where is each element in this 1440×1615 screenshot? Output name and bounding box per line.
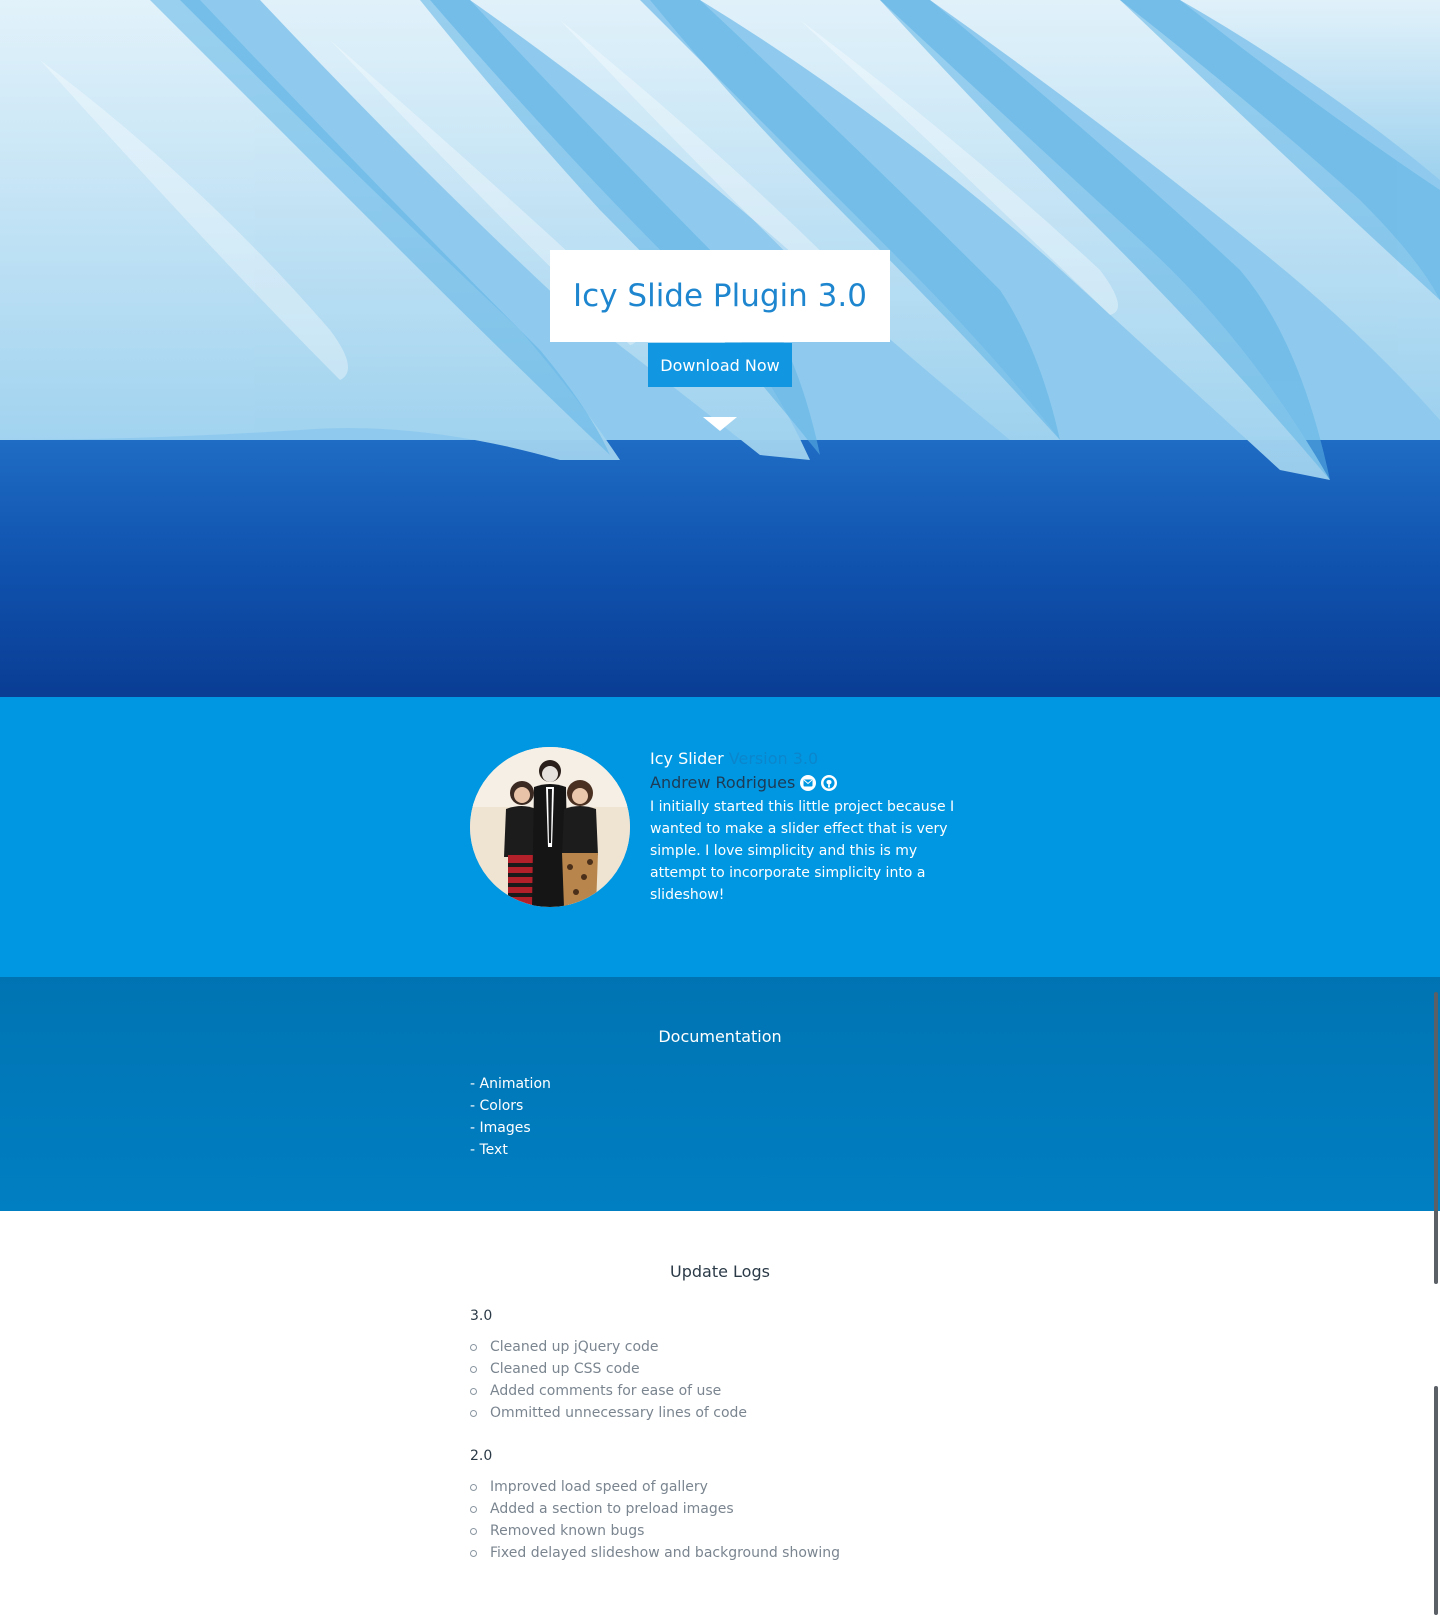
log-item: Added a section to preload images [470,1498,840,1520]
plugin-name: Icy Slider [650,749,724,768]
doc-link-animation[interactable]: - Animation [470,1073,551,1095]
about-text: Icy Slider Version 3.0 Andrew Rodrigues … [650,747,960,906]
hero-title-box: Icy Slide Plugin 3.0 [550,250,890,342]
scroll-down-arrow-icon[interactable] [703,417,737,431]
documentation-list: - Animation - Colors - Images - Text [470,1073,551,1161]
log-item: Fixed delayed slideshow and background s… [470,1542,840,1564]
log-version: 2.0 [470,1448,493,1464]
documentation-section: Documentation - Animation - Colors - Ima… [0,977,1440,1211]
author-name: Andrew Rodrigues [650,773,796,792]
scrollbar-thumb[interactable] [1434,992,1438,1284]
page-scrollbar[interactable] [1432,0,1440,1615]
avatar [470,747,630,907]
github-icon[interactable] [821,775,838,791]
hero-section: Icy Slide Plugin 3.0 Download Now [0,0,1440,697]
author-photo [470,747,630,907]
log-entry: 2.0 Improved load speed of gallery Added… [470,1445,840,1564]
log-item-list: Cleaned up jQuery code Cleaned up CSS co… [470,1336,747,1424]
doc-link-text[interactable]: - Text [470,1139,551,1161]
about-description: I initially started this little project … [650,799,955,903]
log-item: Cleaned up jQuery code [470,1336,747,1358]
scrollbar-thumb-secondary[interactable] [1434,1386,1438,1615]
about-section: Icy Slider Version 3.0 Andrew Rodrigues … [0,697,1440,977]
update-logs-title: Update Logs [670,1262,770,1281]
doc-link-images[interactable]: - Images [470,1117,551,1139]
doc-link-colors[interactable]: - Colors [470,1095,551,1117]
update-logs-section: Update Logs 3.0 Cleaned up jQuery code C… [0,1211,1440,1615]
log-item: Improved load speed of gallery [470,1476,840,1498]
log-item: Cleaned up CSS code [470,1358,747,1380]
plugin-heading: Icy Slider Version 3.0 [650,747,960,771]
author-line: Andrew Rodrigues [650,771,960,795]
mail-icon[interactable] [800,775,817,791]
documentation-title: Documentation [658,1027,782,1046]
download-now-button[interactable]: Download Now [648,343,792,387]
plugin-version: Version 3.0 [728,749,819,768]
page-title: Icy Slide Plugin 3.0 [573,278,867,314]
log-item: Removed known bugs [470,1520,840,1542]
log-item: Ommitted unnecessary lines of code [470,1402,747,1424]
log-item-list: Improved load speed of gallery Added a s… [470,1476,840,1564]
log-entry: 3.0 Cleaned up jQuery code Cleaned up CS… [470,1305,747,1424]
log-item: Added comments for ease of use [470,1380,747,1402]
log-version: 3.0 [470,1308,493,1324]
